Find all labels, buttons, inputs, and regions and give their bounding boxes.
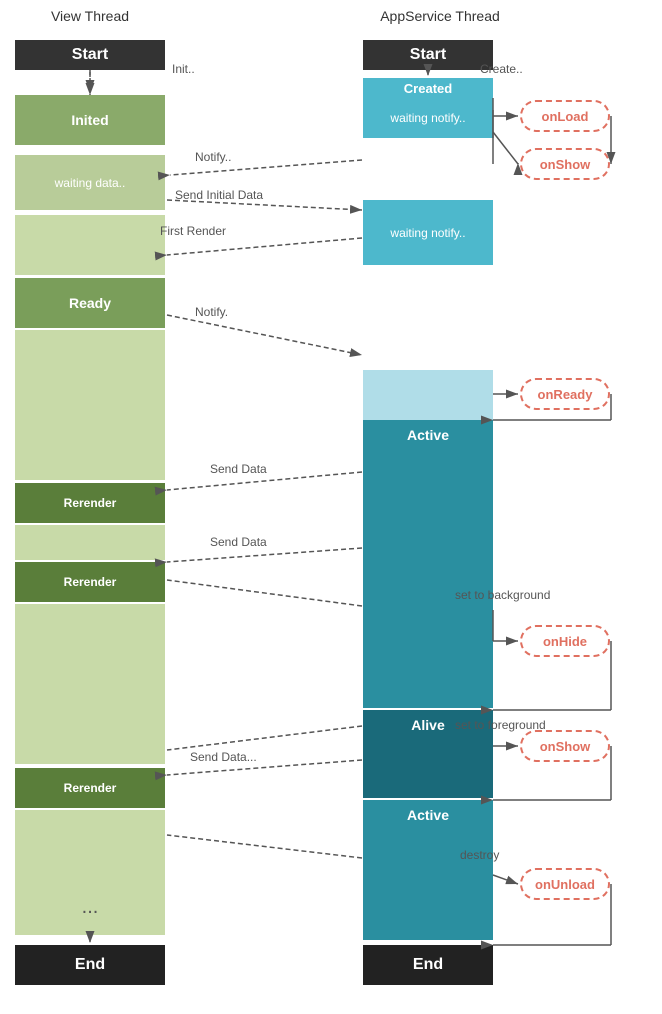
- as-active2-body: [363, 830, 493, 940]
- send-data-dots-label: Send Data...: [190, 750, 257, 764]
- as-waiting-notify1: waiting notify..: [363, 98, 493, 138]
- view-gap1: [15, 215, 165, 275]
- as-created-label: Created: [363, 78, 493, 98]
- view-more: ...: [15, 880, 165, 935]
- view-ready-area: [15, 330, 165, 430]
- set-foreground-label: set to foreground: [455, 718, 546, 732]
- diagram-container: View Thread AppService Thread Start Init…: [0, 0, 662, 1014]
- send-initial-data-label: Send Initial Data: [175, 188, 263, 202]
- view-rerender1: Rerender: [15, 483, 165, 523]
- onhide-btn: onHide: [520, 625, 610, 657]
- view-start: Start: [15, 40, 165, 70]
- notify1-label: Notify..: [195, 150, 231, 164]
- onload-btn: onLoad: [520, 100, 610, 132]
- as-start: Start: [363, 40, 493, 70]
- view-inited: Inited: [15, 95, 165, 145]
- create-label: Create..: [480, 62, 523, 76]
- as-end: End: [363, 945, 493, 985]
- notify2-label: Notify.: [195, 305, 228, 319]
- as-pre-ready: [363, 370, 493, 420]
- view-rerender2: Rerender: [15, 562, 165, 602]
- init-label: Init..: [172, 62, 195, 76]
- onunload-btn: onUnload: [520, 868, 610, 900]
- onshow-btn1: onShow: [520, 148, 610, 180]
- as-active1-label: Active: [363, 420, 493, 450]
- view-rerender3: Rerender: [15, 768, 165, 808]
- onready-btn: onReady: [520, 378, 610, 410]
- as-alive-body: [363, 740, 493, 798]
- view-end: End: [15, 945, 165, 985]
- as-waiting-notify2: waiting notify..: [363, 200, 493, 265]
- send-data1-label: Send Data: [210, 462, 267, 476]
- set-background-label: set to background: [455, 588, 550, 602]
- destroy-label: destroy: [460, 848, 499, 862]
- first-render-label: First Render: [160, 224, 226, 238]
- view-ready: Ready: [15, 278, 165, 328]
- view-gap2: [15, 430, 165, 480]
- view-gap4: [15, 604, 165, 764]
- send-data2-label: Send Data: [210, 535, 267, 549]
- as-active1-body: [363, 450, 493, 708]
- view-gap3: [15, 525, 165, 560]
- as-active2-label: Active: [363, 800, 493, 830]
- view-waiting-data: waiting data..: [15, 155, 165, 210]
- view-thread-header: View Thread: [10, 8, 170, 24]
- appservice-thread-header: AppService Thread: [360, 8, 520, 24]
- onshow-btn2: onShow: [520, 730, 610, 762]
